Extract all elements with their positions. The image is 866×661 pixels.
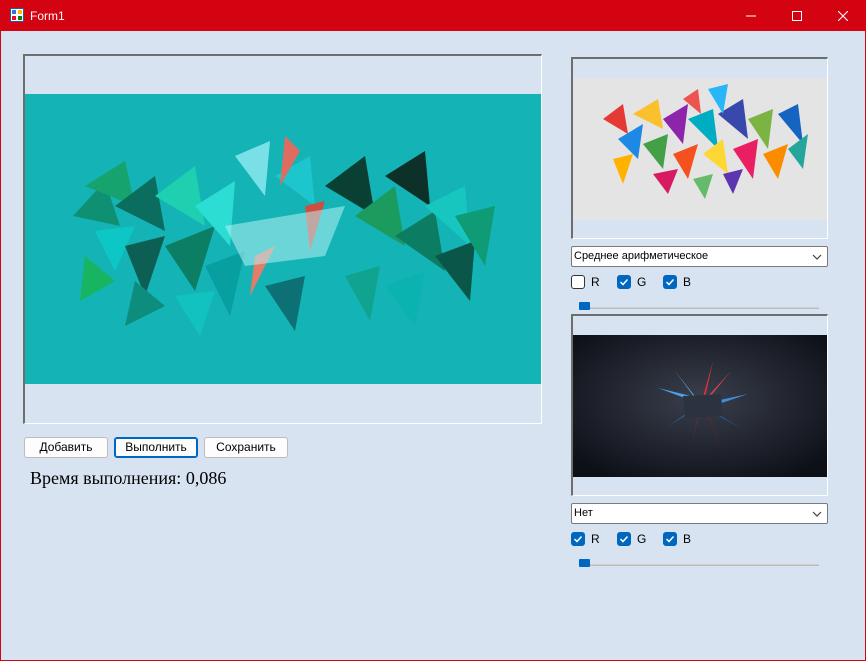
app-form-icon	[10, 8, 24, 22]
bottom-method-select-value: Нет	[574, 507, 593, 519]
execute-button[interactable]: Выполнить	[114, 437, 198, 458]
main-picture-image	[25, 94, 541, 384]
minimize-button[interactable]	[728, 0, 774, 31]
checkmark-icon	[619, 535, 629, 543]
bottom-channel-g-label: G	[637, 532, 647, 546]
bottom-slider-track[interactable]	[579, 564, 819, 566]
close-icon	[838, 10, 848, 21]
chevron-down-icon	[812, 254, 822, 260]
title-bar[interactable]: Form1	[0, 0, 866, 31]
bottom-channel-b-checkbox[interactable]	[663, 532, 677, 546]
top-method-select-value: Среднее арифметическое	[574, 250, 709, 262]
top-method-select[interactable]: Среднее арифметическое	[571, 246, 828, 267]
top-channel-r-checkbox[interactable]	[571, 275, 585, 289]
main-picture-box	[23, 54, 542, 424]
top-channel-r-label: R	[591, 275, 600, 289]
checkmark-icon	[573, 535, 583, 543]
add-button[interactable]: Добавить	[24, 437, 108, 458]
window-title: Form1	[30, 9, 65, 23]
top-preview-image	[573, 78, 827, 220]
bottom-slider-thumb[interactable]	[579, 559, 590, 567]
execution-time-label: Время выполнения:	[30, 468, 182, 488]
close-button[interactable]	[820, 0, 866, 31]
top-channel-b-checkbox[interactable]	[663, 275, 677, 289]
minimize-icon	[746, 15, 756, 16]
bottom-method-select[interactable]: Нет	[571, 503, 828, 524]
bottom-channel-g-checkbox[interactable]	[617, 532, 631, 546]
top-channel-g-label: G	[637, 275, 647, 289]
form-client-area: Добавить Выполнить Сохранить Время выпол…	[1, 31, 865, 660]
bottom-preview-picture-box	[571, 314, 828, 496]
bottom-preview-image	[573, 335, 827, 477]
top-slider-track[interactable]	[579, 307, 819, 309]
execution-time-value: 0,086	[185, 468, 227, 488]
bottom-channel-b-label: B	[683, 532, 692, 546]
maximize-button[interactable]	[774, 0, 820, 31]
top-slider-thumb[interactable]	[579, 302, 590, 310]
maximize-icon	[792, 10, 802, 21]
top-channel-b-label: B	[683, 275, 692, 289]
checkmark-icon	[665, 278, 675, 286]
bottom-channel-r-label: R	[591, 532, 600, 546]
checkmark-icon	[619, 278, 629, 286]
checkmark-icon	[665, 535, 675, 543]
bottom-channel-r-checkbox[interactable]	[571, 532, 585, 546]
top-channel-g-checkbox[interactable]	[617, 275, 631, 289]
chevron-down-icon	[812, 511, 822, 517]
top-preview-picture-box	[571, 57, 828, 239]
execution-time: Время выполнения: 0,086	[30, 467, 226, 489]
save-button[interactable]: Сохранить	[204, 437, 288, 458]
